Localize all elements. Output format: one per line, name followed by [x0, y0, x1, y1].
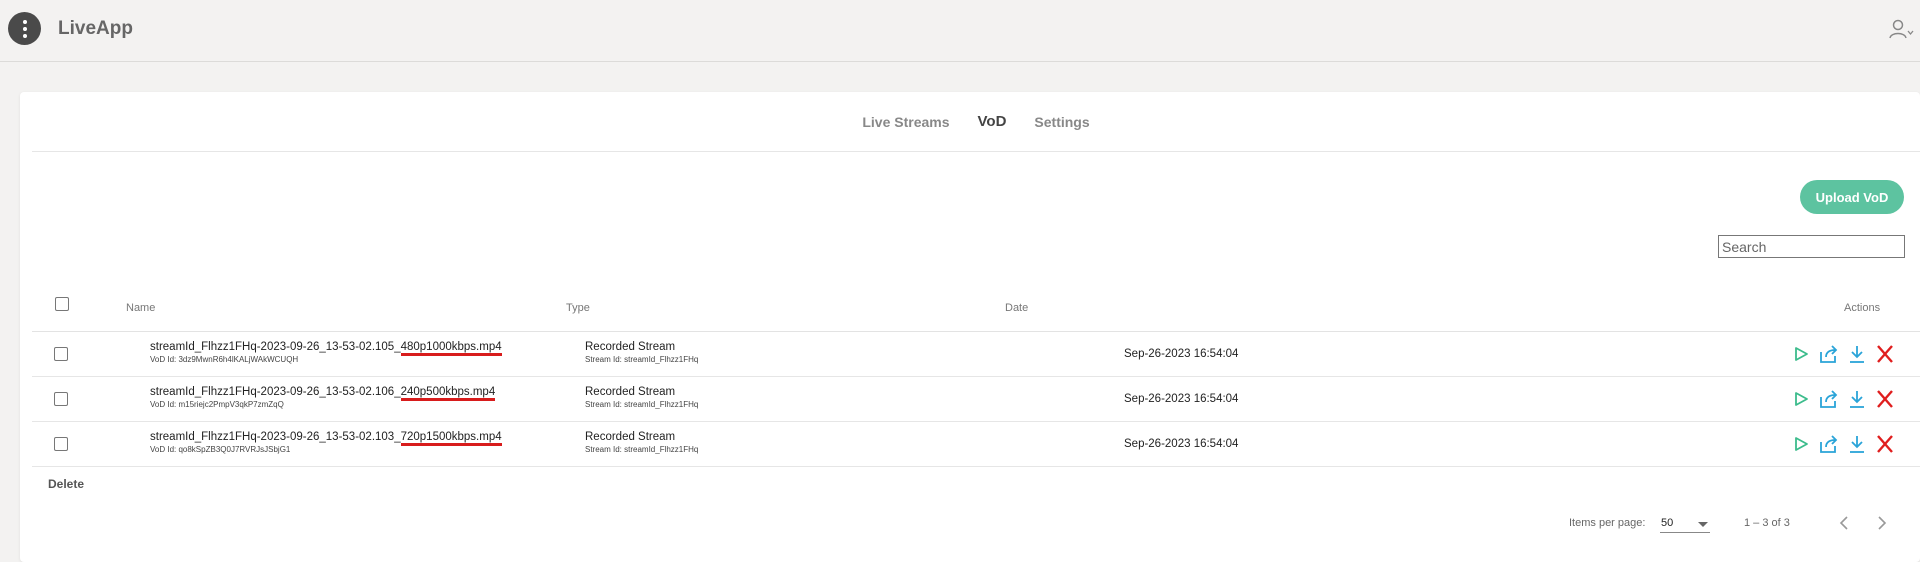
vod-type-cell: Recorded Stream Stream Id: streamId_Flhz…	[585, 386, 698, 409]
row-checkbox[interactable]	[54, 347, 68, 361]
column-header-actions: Actions	[1844, 302, 1881, 314]
vod-name: streamId_Flhzz1FHq-2023-09-26_13-53-02.1…	[150, 431, 401, 443]
vod-id: VoD Id: qo8kSpZB3Q0J7RVRJsJSbjG1	[150, 445, 291, 454]
vod-id: VoD Id: m15riejc2PmpV3qkP7zmZqQ	[150, 400, 284, 409]
vod-card: Live Streams VoD Settings Upload VoD Nam…	[20, 92, 1920, 562]
items-per-page-select[interactable]: 50	[1660, 514, 1710, 533]
row-actions	[1790, 389, 1896, 409]
play-icon[interactable]	[1790, 344, 1812, 364]
chevron-right-icon[interactable]	[1872, 512, 1892, 534]
vod-date: Sep-26-2023 16:54:04	[1124, 348, 1239, 360]
stream-id: Stream Id: streamId_Flhzz1FHq	[585, 355, 699, 364]
vod-resolution: 720p1500kbps.mp4	[400, 431, 502, 446]
chevron-left-icon[interactable]	[1834, 512, 1854, 534]
vod-name-cell: streamId_Flhzz1FHq-2023-09-26_13-53-02.1…	[150, 386, 496, 409]
delete-icon[interactable]	[1874, 389, 1896, 409]
vod-type-cell: Recorded Stream Stream Id: streamId_Flhz…	[585, 341, 698, 364]
download-icon[interactable]	[1846, 344, 1868, 364]
row-checkbox[interactable]	[54, 392, 68, 406]
share-icon[interactable]	[1818, 389, 1840, 409]
tab-settings[interactable]: Settings	[1034, 114, 1089, 130]
column-header-name[interactable]: Name	[126, 302, 155, 314]
row-actions	[1790, 344, 1896, 364]
vod-name: streamId_Flhzz1FHq-2023-09-26_13-53-02.1…	[150, 386, 401, 398]
delete-icon[interactable]	[1874, 434, 1896, 454]
row-actions	[1790, 434, 1896, 454]
vod-resolution: 480p1000kbps.mp4	[400, 341, 502, 356]
vod-resolution: 240p500kbps.mp4	[400, 386, 496, 401]
column-header-type[interactable]: Type	[566, 302, 590, 314]
table-row: streamId_Flhzz1FHq-2023-09-26_13-53-02.1…	[32, 377, 1920, 422]
vod-type: Recorded Stream	[585, 386, 676, 398]
stream-id: Stream Id: streamId_Flhzz1FHq	[585, 400, 699, 409]
vod-type: Recorded Stream	[585, 341, 676, 353]
share-icon[interactable]	[1818, 344, 1840, 364]
delete-icon[interactable]	[1874, 344, 1896, 364]
caret-down-icon	[1698, 522, 1708, 527]
vod-type: Recorded Stream	[585, 431, 676, 443]
vod-name: streamId_Flhzz1FHq-2023-09-26_13-53-02.1…	[150, 341, 401, 353]
share-icon[interactable]	[1818, 434, 1840, 454]
tab-vod[interactable]: VoD	[978, 113, 1007, 130]
delete-selected-button[interactable]: Delete	[48, 477, 84, 491]
download-icon[interactable]	[1846, 434, 1868, 454]
user-icon[interactable]	[1888, 18, 1914, 40]
table-row: streamId_Flhzz1FHq-2023-09-26_13-53-02.1…	[32, 422, 1920, 467]
table-row: streamId_Flhzz1FHq-2023-09-26_13-53-02.1…	[32, 332, 1920, 377]
upload-vod-button[interactable]: Upload VoD	[1800, 180, 1904, 214]
vod-date: Sep-26-2023 16:54:04	[1124, 438, 1239, 450]
row-checkbox[interactable]	[54, 437, 68, 451]
play-icon[interactable]	[1790, 434, 1812, 454]
items-per-page-label: Items per page:	[1569, 517, 1646, 529]
vod-date: Sep-26-2023 16:54:04	[1124, 393, 1239, 405]
top-bar: LiveApp	[0, 0, 1920, 62]
tab-live-streams[interactable]: Live Streams	[862, 114, 949, 130]
select-all-checkbox[interactable]	[55, 297, 69, 311]
download-icon[interactable]	[1846, 389, 1868, 409]
vod-name-cell: streamId_Flhzz1FHq-2023-09-26_13-53-02.1…	[150, 431, 502, 454]
menu-icon	[22, 19, 27, 38]
play-icon[interactable]	[1790, 389, 1812, 409]
app-title: LiveApp	[58, 18, 133, 39]
vod-id: VoD Id: 3dz9MwnR6h4lKALjWAkWCUQH	[150, 355, 299, 364]
menu-button[interactable]	[8, 12, 41, 45]
vod-type-cell: Recorded Stream Stream Id: streamId_Flhz…	[585, 431, 698, 454]
search-input[interactable]	[1718, 235, 1905, 258]
page-range: 1 – 3 of 3	[1744, 517, 1790, 529]
column-header-date[interactable]: Date	[1005, 302, 1028, 314]
stream-id: Stream Id: streamId_Flhzz1FHq	[585, 445, 699, 454]
vod-name-cell: streamId_Flhzz1FHq-2023-09-26_13-53-02.1…	[150, 341, 502, 364]
tab-bar: Live Streams VoD Settings	[32, 92, 1920, 152]
items-per-page-value: 50	[1661, 517, 1674, 529]
paginator: Items per page: 50 1 – 3 of 3	[20, 510, 1920, 540]
